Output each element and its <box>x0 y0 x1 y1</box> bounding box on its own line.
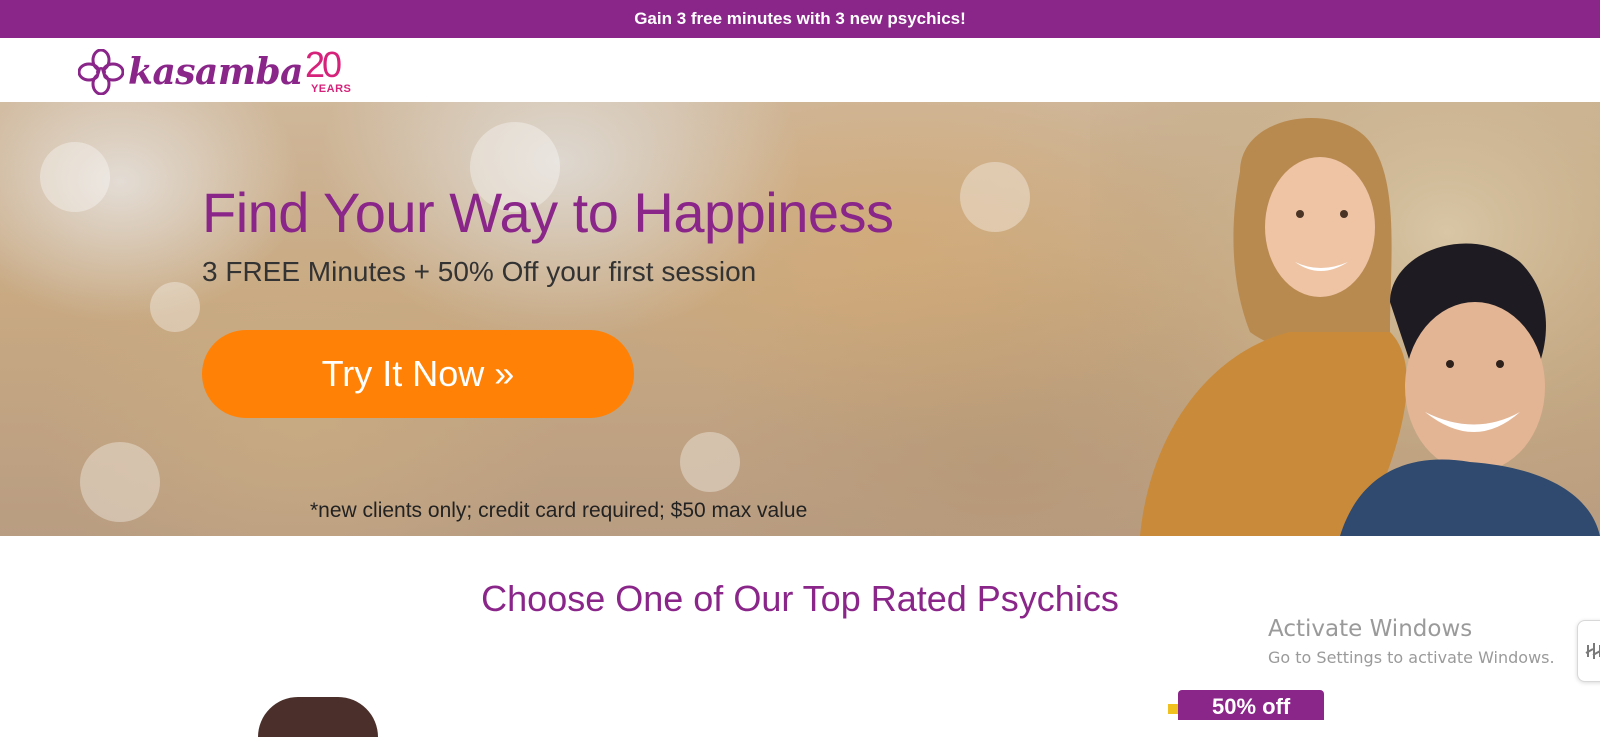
activate-windows-watermark: Activate Windows Go to Settings to activ… <box>1268 616 1555 667</box>
site-header: kasamba 20 YEARS <box>0 38 1600 102</box>
kasamba-logo[interactable]: kasamba 20 YEARS <box>78 46 355 98</box>
discount-tag: 50% off <box>1178 690 1324 720</box>
bokeh-light <box>40 142 110 212</box>
logo-wordmark: kasamba <box>128 51 303 93</box>
hero-subtitle: 3 FREE Minutes + 50% Off your first sess… <box>202 256 757 287</box>
chat-widget[interactable] <box>1577 620 1600 682</box>
chat-widget-icon <box>1585 643 1600 659</box>
watermark-title: Activate Windows <box>1268 616 1473 642</box>
watermark-subtitle: Go to Settings to activate Windows. <box>1268 648 1555 667</box>
hero-banner: Find Your Way to Happiness 3 FREE Minute… <box>0 102 1600 536</box>
promo-banner-text: Gain 3 free minutes with 3 new psychics! <box>634 9 966 28</box>
flower-logo-icon <box>78 49 124 95</box>
bokeh-light <box>960 162 1030 232</box>
discount-tag-label: 50% off <box>1212 694 1291 719</box>
psychic-avatar[interactable] <box>258 697 378 737</box>
bokeh-light <box>80 442 160 522</box>
try-it-now-label: Try It Now » <box>321 353 515 394</box>
anniversary-badge: 20 YEARS <box>305 47 355 97</box>
hero-couple-image <box>1090 102 1600 536</box>
bokeh-light <box>150 282 200 332</box>
hero-title: Find Your Way to Happiness <box>202 181 894 244</box>
section-title: Choose One of Our Top Rated Psychics <box>481 578 1119 619</box>
promo-banner[interactable]: Gain 3 free minutes with 3 new psychics! <box>0 0 1600 38</box>
anniversary-label: YEARS <box>310 83 352 95</box>
bokeh-light <box>680 432 740 492</box>
anniversary-number: 20 <box>304 44 342 85</box>
try-it-now-button[interactable]: Try It Now » <box>202 330 634 418</box>
offer-disclaimer: *new clients only; credit card required;… <box>310 499 808 522</box>
